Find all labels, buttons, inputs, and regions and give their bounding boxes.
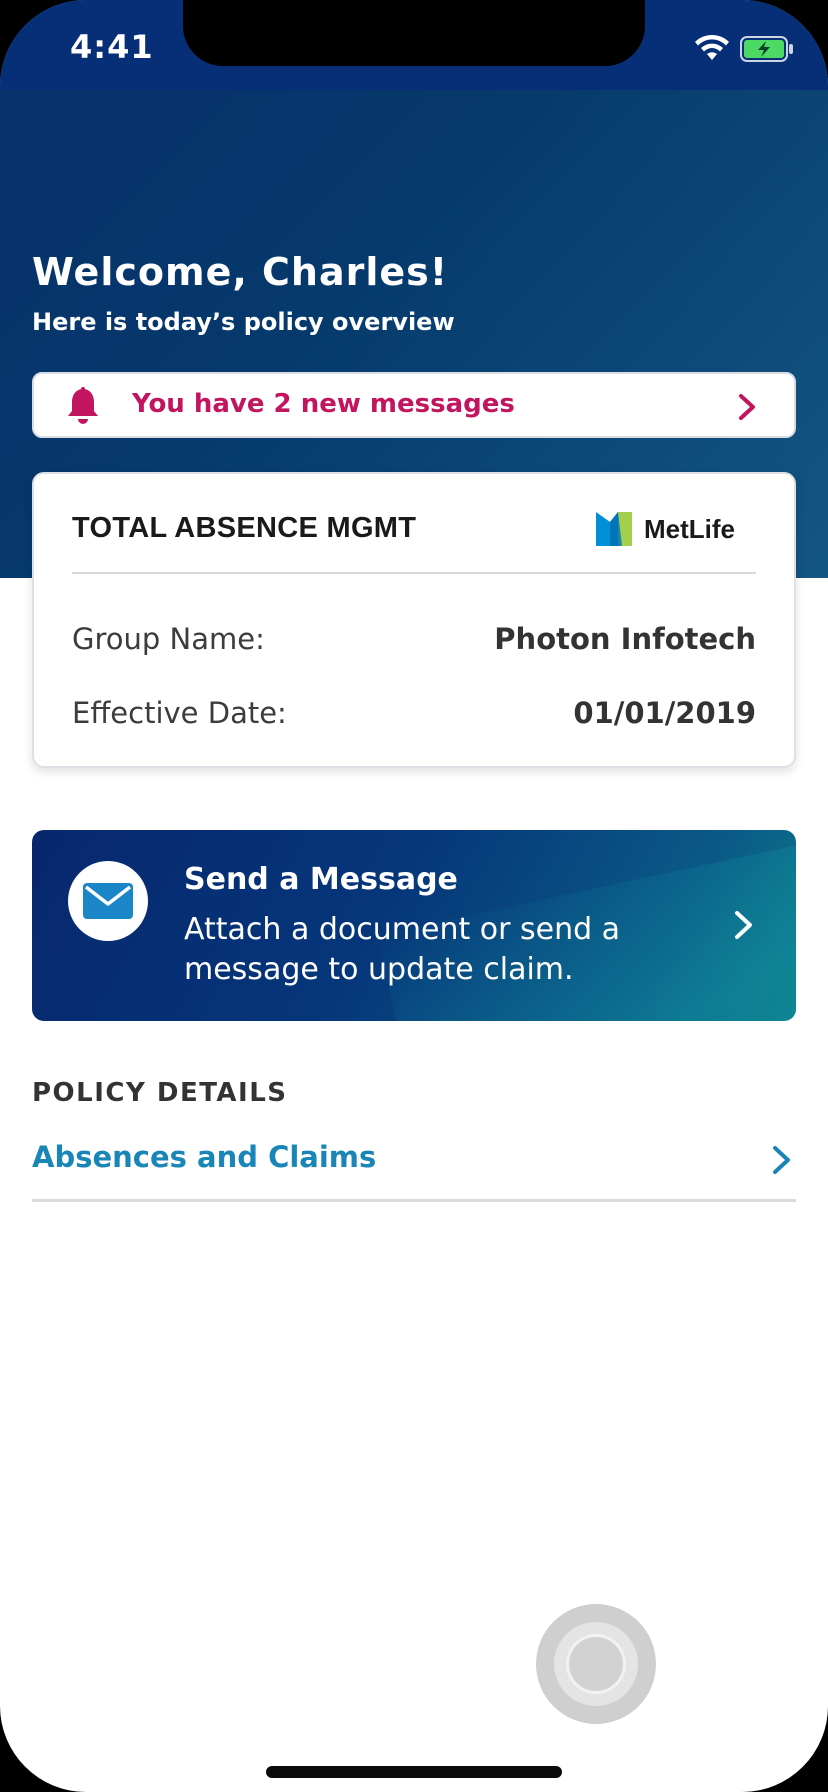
overview-subtitle: Here is today’s policy overview	[32, 308, 455, 336]
group-name-value: Photon Infotech	[494, 622, 756, 656]
assistive-touch-button[interactable]	[536, 1604, 656, 1724]
status-time: 4:41	[70, 28, 154, 66]
send-message-description: Attach a document or send a message to u…	[184, 912, 621, 987]
new-messages-banner[interactable]: You have 2 new messages	[32, 372, 796, 438]
policy-details-heading: POLICY DETAILS	[32, 1078, 288, 1108]
new-messages-text: You have 2 new messages	[132, 389, 515, 419]
group-name-label: Group Name:	[72, 622, 265, 656]
home-indicator[interactable]	[266, 1766, 562, 1778]
card-divider	[72, 572, 756, 574]
device-notch	[183, 0, 645, 66]
policy-card: TOTAL ABSENCE MGMT MetLife Group Name: P…	[32, 472, 796, 768]
envelope-circle	[68, 861, 148, 941]
metlife-logo-text: MetLife	[644, 514, 735, 544]
battery-icon	[740, 36, 793, 62]
envelope-icon	[83, 883, 133, 919]
bell-icon	[68, 387, 98, 424]
chevron-right-icon	[735, 911, 752, 939]
wifi-icon	[695, 34, 729, 60]
chevron-right-icon	[739, 394, 755, 420]
effective-date-value: 01/01/2019	[573, 696, 756, 730]
policy-title: TOTAL ABSENCE MGMT	[72, 512, 417, 544]
send-message-card[interactable]: Send a Message Attach a document or send…	[32, 830, 796, 1021]
chevron-right-icon[interactable]	[770, 1144, 794, 1176]
absences-and-claims-link[interactable]: Absences and Claims	[32, 1140, 376, 1174]
assistive-touch-core	[566, 1634, 626, 1694]
send-message-title: Send a Message	[184, 862, 458, 897]
effective-date-label: Effective Date:	[72, 696, 287, 730]
metlife-logo: MetLife	[596, 512, 735, 546]
app-screen: 4:41 Welcome, Charles! Here is today’s p…	[0, 0, 828, 1792]
welcome-heading: Welcome, Charles!	[32, 250, 449, 294]
absences-divider	[32, 1199, 796, 1202]
